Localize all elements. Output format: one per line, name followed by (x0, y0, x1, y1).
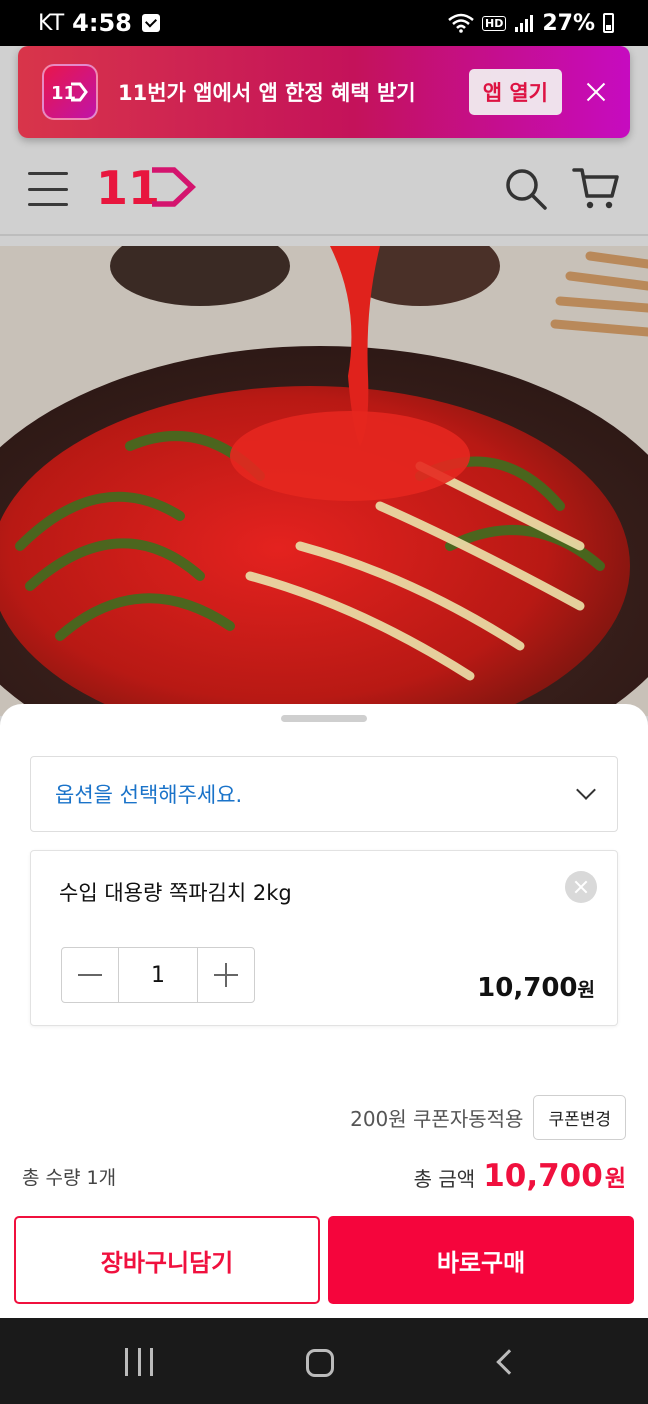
system-nav-bar (0, 1318, 648, 1404)
total-quantity: 총 수량 1개 (22, 1166, 117, 1189)
brand-logo-text: 11 (96, 164, 160, 210)
remove-item-icon[interactable] (565, 871, 597, 903)
carrier-label: KT (38, 10, 65, 36)
total-row: 총 수량 1개 총 금액 10,700 원 (22, 1152, 626, 1200)
cart-icon[interactable] (572, 166, 620, 212)
total-amount-unit: 원 (604, 1166, 626, 1192)
selected-item-card: 수입 대용량 쪽파김치 2kg 1 10,700원 (30, 850, 618, 1026)
item-price-value: 10,700 (477, 973, 578, 1003)
product-image (0, 246, 648, 716)
decrease-quantity-button[interactable] (62, 948, 118, 1002)
site-header: 11 (0, 144, 648, 236)
battery-icon (603, 13, 614, 33)
quantity-stepper: 1 (61, 947, 255, 1003)
promo-message: 11번가 앱에서 앱 한정 혜택 받기 (118, 81, 416, 105)
total-amount-label: 총 금액 (413, 1167, 476, 1191)
status-icons: HD 27% (448, 11, 614, 36)
signal-icon (515, 15, 534, 32)
item-price: 10,700원 (477, 973, 595, 1003)
app-promo-banner[interactable]: 11 11번가 앱에서 앱 한정 혜택 받기 앱 열기 (18, 46, 630, 138)
item-price-unit: 원 (577, 979, 595, 1001)
item-name: 수입 대용량 쪽파김치 2kg (59, 881, 292, 905)
wifi-icon (448, 13, 474, 33)
increase-quantity-button[interactable] (198, 948, 254, 1002)
open-app-button[interactable]: 앱 열기 (468, 69, 562, 115)
option-select[interactable]: 옵션을 선택해주세요. (30, 756, 618, 832)
sheet-drag-handle[interactable] (281, 715, 367, 722)
clock: 4:58 (72, 9, 132, 37)
recent-apps-icon[interactable] (125, 1348, 153, 1376)
add-to-cart-button[interactable]: 장바구니담기 (14, 1216, 320, 1304)
coupon-row: 200원 쿠폰자동적용 쿠폰변경 (350, 1095, 626, 1140)
app-logo-icon: 11 (42, 64, 98, 120)
close-icon[interactable] (584, 80, 608, 104)
status-bar: KT 4:58 HD 27% (0, 0, 648, 46)
total-amount-wrap: 총 금액 10,700 원 (414, 1158, 626, 1194)
quantity-value[interactable]: 1 (118, 948, 198, 1002)
notification-check-icon (141, 14, 160, 32)
buy-now-button[interactable]: 바로구매 (328, 1216, 634, 1304)
battery-percent: 27% (542, 10, 595, 36)
search-icon[interactable] (504, 167, 548, 211)
hd-voice-icon: HD (481, 15, 507, 31)
chevron-down-icon (576, 780, 596, 800)
brand-logo[interactable]: 11 (96, 161, 200, 215)
back-icon[interactable] (496, 1349, 522, 1375)
menu-icon[interactable] (28, 172, 68, 206)
change-coupon-button[interactable]: 쿠폰변경 (533, 1095, 626, 1140)
home-icon[interactable] (306, 1349, 334, 1377)
coupon-applied-text: 200원 쿠폰자동적용 (350, 1107, 524, 1131)
purchase-sheet: 옵션을 선택해주세요. 수입 대용량 쪽파김치 2kg 1 10,700원 20… (0, 704, 648, 1318)
total-amount-value: 10,700 (483, 1158, 603, 1194)
option-placeholder: 옵션을 선택해주세요. (55, 783, 243, 807)
page-background: 11 11번가 앱에서 앱 한정 혜택 받기 앱 열기 11 옵션을 선택해주세… (0, 46, 648, 1318)
